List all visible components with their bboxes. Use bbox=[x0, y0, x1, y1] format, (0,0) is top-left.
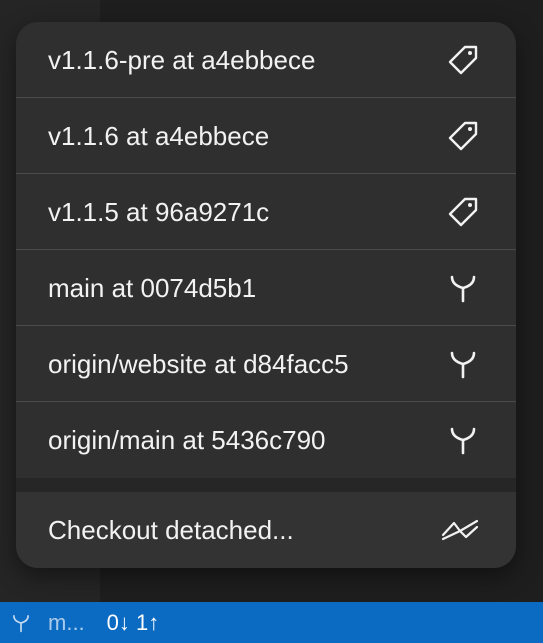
menu-item-branch-main[interactable]: main at 0074d5b1 bbox=[16, 250, 516, 326]
menu-item-label: origin/website at d84facc5 bbox=[48, 348, 349, 379]
menu-item-tag-v1-1-6-pre[interactable]: v1.1.6-pre at a4ebbece bbox=[16, 22, 516, 98]
menu-item-label: main at 0074d5b1 bbox=[48, 272, 257, 303]
menu-item-branch-origin-website[interactable]: origin/website at d84facc5 bbox=[16, 326, 516, 402]
checkout-detached-button[interactable]: Checkout detached... bbox=[16, 492, 516, 568]
menu-item-label: v1.1.6 at a4ebbece bbox=[48, 120, 270, 151]
branch-icon[interactable] bbox=[8, 610, 34, 636]
tag-icon bbox=[446, 195, 480, 229]
menu-item-label: v1.1.5 at 96a9271c bbox=[48, 196, 270, 227]
menu-item-tag-v1-1-5[interactable]: v1.1.5 at 96a9271c bbox=[16, 174, 516, 250]
menu-item-label: Checkout detached... bbox=[48, 514, 294, 545]
menu-item-label: origin/main at 5436c790 bbox=[48, 424, 326, 455]
status-branch-name[interactable]: m... bbox=[48, 610, 85, 636]
tag-icon bbox=[446, 43, 480, 77]
branch-icon bbox=[446, 271, 480, 305]
status-sync-indicator[interactable]: 0↓ 1↑ bbox=[107, 610, 160, 636]
checkout-menu: v1.1.6-pre at a4ebbece v1.1.6 at a4ebbec… bbox=[16, 22, 516, 568]
menu-item-branch-origin-main[interactable]: origin/main at 5436c790 bbox=[16, 402, 516, 478]
menu-item-label: v1.1.6-pre at a4ebbece bbox=[48, 44, 316, 75]
branch-icon bbox=[446, 347, 480, 381]
menu-item-tag-v1-1-6[interactable]: v1.1.6 at a4ebbece bbox=[16, 98, 516, 174]
status-bar: m... 0↓ 1↑ bbox=[0, 602, 543, 643]
detached-icon bbox=[440, 513, 480, 547]
tag-icon bbox=[446, 119, 480, 153]
branch-icon bbox=[446, 423, 480, 457]
menu-section-separator bbox=[16, 478, 516, 492]
